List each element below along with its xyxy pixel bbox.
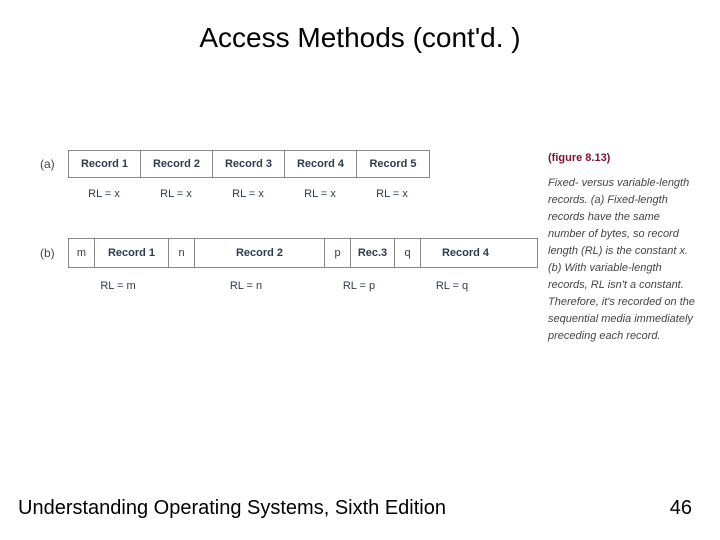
footer-page-number: 46	[670, 497, 692, 520]
rl-label: RL = x	[68, 188, 140, 200]
content-area: (a) Record 1 Record 2 Record 3 Record 4 …	[40, 150, 700, 346]
footer-book-title: Understanding Operating Systems, Sixth E…	[18, 497, 446, 520]
figure-a-label: (a)	[40, 157, 68, 171]
figures: (a) Record 1 Record 2 Record 3 Record 4 …	[40, 150, 538, 346]
rl-label: RL = p	[324, 280, 394, 292]
figure-a-under: RL = x RL = x RL = x RL = x RL = x	[68, 188, 538, 200]
figure-caption-text: Fixed- versus variable-length records. (…	[548, 177, 695, 342]
record-cell: Record 2	[194, 239, 324, 267]
rl-label: RL = m	[68, 280, 168, 292]
slide-title: Access Methods (cont'd. )	[0, 0, 720, 54]
length-cell: q	[394, 239, 420, 267]
figure-b-label: (b)	[40, 246, 68, 260]
record-cell: Record 4	[420, 239, 510, 267]
rl-label: RL = x	[212, 188, 284, 200]
figure-a-row: (a) Record 1 Record 2 Record 3 Record 4 …	[40, 150, 538, 178]
record-cell: Record 4	[285, 151, 357, 177]
record-cell: Record 2	[141, 151, 213, 177]
length-cell: m	[68, 239, 94, 267]
record-cell: Record 1	[69, 151, 141, 177]
length-cell: p	[324, 239, 350, 267]
record-cell: Rec.3	[350, 239, 394, 267]
rl-label: RL = q	[394, 280, 510, 292]
rl-label: RL = x	[356, 188, 428, 200]
record-cell: Record 3	[213, 151, 285, 177]
rl-label: RL = n	[168, 280, 324, 292]
rl-label: RL = x	[284, 188, 356, 200]
figure-caption: (figure 8.13) Fixed- versus variable-len…	[548, 150, 700, 346]
rl-label: RL = x	[140, 188, 212, 200]
figure-a-boxes: Record 1 Record 2 Record 3 Record 4 Reco…	[68, 150, 430, 178]
length-cell: n	[168, 239, 194, 267]
figure-b-under: RL = mRL = nRL = pRL = q	[68, 280, 538, 292]
record-cell: Record 1	[94, 239, 168, 267]
figure-b-track: mRecord 1nRecord 2pRec.3qRecord 4	[68, 238, 538, 268]
figure-b-row: (b) mRecord 1nRecord 2pRec.3qRecord 4	[40, 238, 538, 268]
figure-number: (figure 8.13)	[548, 150, 700, 167]
record-cell: Record 5	[357, 151, 429, 177]
